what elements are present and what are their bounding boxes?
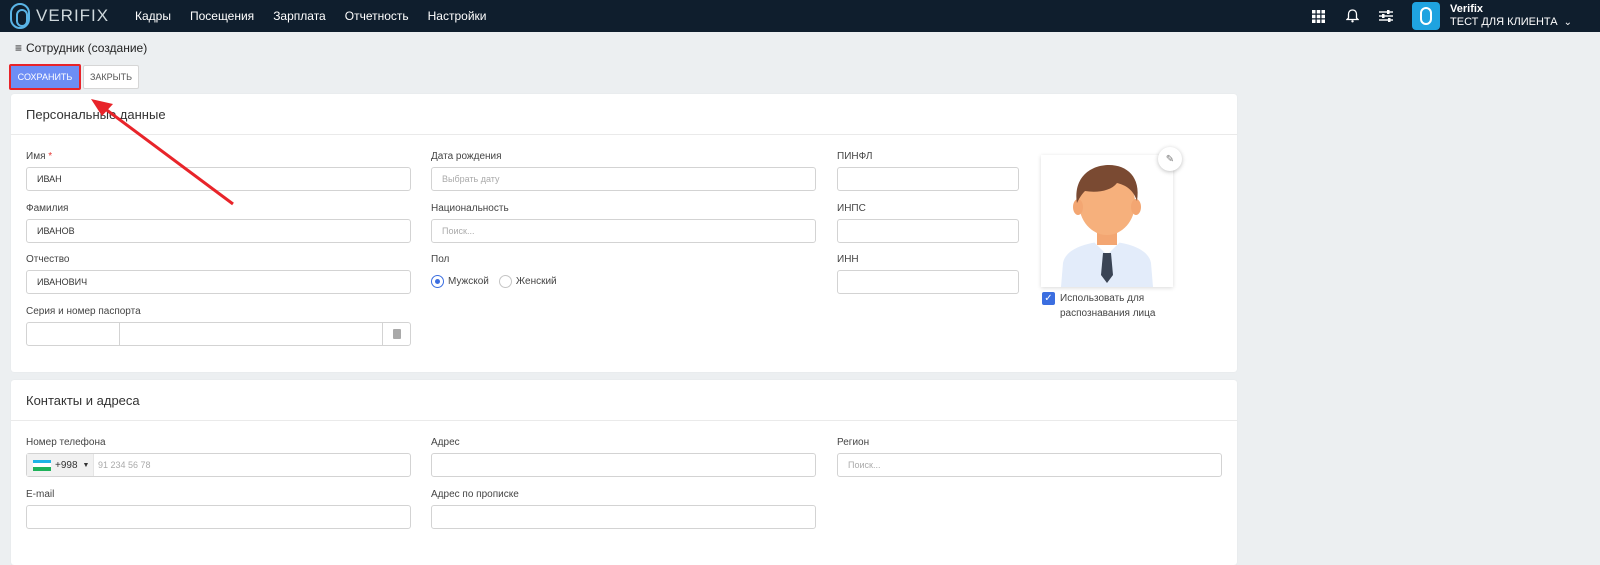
pencil-icon: ✎ (1165, 153, 1175, 165)
gender-radio-group: Мужской Женский (431, 270, 816, 292)
region-label: Регион (837, 437, 870, 448)
region-field: Регион Поиск... (837, 437, 1222, 477)
reg-address-label: Адрес по прописке (431, 489, 519, 500)
user-org-row: ТЕСТ ДЛЯ КЛИЕНТА ⌄ (1450, 16, 1572, 29)
gender-female-radio[interactable] (498, 274, 512, 288)
address-input[interactable] (431, 453, 816, 477)
country-code-text: +998 (55, 459, 78, 471)
gender-label: Пол (431, 254, 450, 265)
user-avatar[interactable] (1412, 2, 1441, 30)
nationality-input[interactable]: Поиск... (431, 219, 816, 243)
user-org: ТЕСТ ДЛЯ КЛИЕНТА (1450, 16, 1558, 28)
email-field: E-mail (26, 489, 411, 529)
sliders-icon[interactable] (1376, 6, 1396, 26)
face-recognition-label: Использовать для распознавания лица (1060, 293, 1156, 319)
middle-name-field: Отчество ИВАНОВИЧ (26, 254, 411, 294)
address-field: Адрес (431, 437, 816, 477)
employee-photo[interactable] (1041, 155, 1173, 287)
pinfl-input[interactable] (837, 167, 1019, 191)
nav-item-attendance[interactable]: Посещения (190, 9, 254, 23)
nav-item-staff[interactable]: Кадры (135, 9, 171, 23)
nationality-field: Национальность Поиск... (431, 203, 816, 243)
middle-name-label: Отчество (26, 254, 70, 265)
passport-number-input[interactable] (120, 323, 383, 345)
passport-label: Серия и номер паспорта (26, 306, 141, 317)
gender-male-label[interactable]: Мужской (448, 276, 489, 287)
gender-male-radio[interactable] (431, 274, 444, 288)
inps-label: ИНПС (837, 203, 866, 214)
chevron-down-icon: ⌄ (1563, 17, 1572, 28)
contacts-card: Контакты и адреса Номер телефона +998 ▼ … (11, 380, 1237, 565)
birth-date-field: Дата рождения Выбрать дату (431, 151, 816, 191)
avatar-placeholder-icon (1041, 155, 1173, 287)
last-name-label: Фамилия (26, 203, 69, 214)
first-name-field: Имя * ИВАН (26, 151, 411, 191)
pinfl-label: ПИНФЛ (837, 151, 873, 162)
nationality-label: Национальность (431, 203, 509, 214)
phone-input[interactable]: 91 234 56 78 (94, 454, 410, 476)
hamburger-menu-icon[interactable]: ≡ (15, 41, 22, 55)
address-label: Адрес (431, 437, 460, 448)
top-navbar: VERIFIX Кадры Посещения Зарплата Отчетно… (0, 0, 1600, 32)
passport-scan-button[interactable] (383, 323, 410, 345)
reg-address-input[interactable] (431, 505, 816, 529)
page-title: ≡ Сотрудник (создание) (15, 41, 147, 55)
first-name-input[interactable]: ИВАН (26, 167, 411, 191)
edit-photo-button[interactable]: ✎ (1158, 147, 1182, 171)
checkmark-icon[interactable]: ✓ (1042, 292, 1055, 305)
nav-item-salary[interactable]: Зарплата (273, 9, 326, 23)
inn-label: ИНН (837, 254, 859, 265)
contacts-heading: Контакты и адреса (11, 380, 1237, 421)
pinfl-field: ПИНФЛ (837, 151, 1019, 191)
logo-text: VERIFIX (36, 6, 110, 25)
inps-field: ИНПС (837, 203, 1019, 243)
caret-down-icon: ▼ (82, 461, 90, 469)
required-mark: * (48, 151, 53, 162)
passport-series-input[interactable] (27, 323, 120, 345)
passport-field: Серия и номер паспорта (26, 306, 411, 346)
email-input[interactable] (26, 505, 411, 529)
phone-input-group: +998 ▼ 91 234 56 78 (26, 453, 411, 477)
grid-icon[interactable] (1308, 6, 1328, 26)
country-code-select[interactable]: +998 ▼ (27, 454, 94, 476)
phone-field: Номер телефона +998 ▼ 91 234 56 78 (26, 437, 411, 477)
bell-icon[interactable] (1342, 6, 1362, 26)
user-menu[interactable]: Verifix ТЕСТ ДЛЯ КЛИЕНТА ⌄ (1450, 3, 1572, 29)
app-logo[interactable]: VERIFIX (10, 3, 122, 29)
fingerprint-icon (1420, 7, 1433, 25)
region-input[interactable]: Поиск... (837, 453, 1222, 477)
last-name-field: Фамилия ИВАНОВ (26, 203, 411, 243)
personal-data-heading: Персональные данные (11, 94, 1237, 135)
page-title-text: Сотрудник (создание) (26, 41, 148, 55)
top-right-area: Verifix ТЕСТ ДЛЯ КЛИЕНТА ⌄ (1308, 0, 1600, 32)
uzbekistan-flag-icon (33, 459, 51, 471)
personal-data-card: Персональные данные Имя * ИВАН Фамилия И… (11, 94, 1237, 372)
inn-input[interactable] (837, 270, 1019, 294)
close-button[interactable]: ЗАКРЫТЬ (83, 65, 139, 89)
nav-item-reports[interactable]: Отчетность (345, 9, 409, 23)
passport-input-group (26, 322, 411, 346)
reg-address-field: Адрес по прописке (431, 489, 816, 529)
gender-field: Пол Мужской Женский (431, 254, 816, 292)
middle-name-input[interactable]: ИВАНОВИЧ (26, 270, 411, 294)
phone-label: Номер телефона (26, 437, 106, 448)
inn-field: ИНН (837, 254, 1019, 294)
user-name: Verifix (1450, 3, 1484, 15)
main-nav: Кадры Посещения Зарплата Отчетность Наст… (135, 9, 505, 23)
save-button[interactable]: СОХРАНИТЬ (9, 64, 81, 90)
birth-date-input[interactable]: Выбрать дату (431, 167, 816, 191)
email-label: E-mail (26, 489, 55, 500)
first-name-label: Имя * (26, 151, 53, 162)
document-icon (392, 329, 401, 339)
fingerprint-logo-icon (10, 3, 30, 29)
gender-female-label[interactable]: Женский (516, 276, 557, 287)
birth-date-label: Дата рождения (431, 151, 502, 162)
inps-input[interactable] (837, 219, 1019, 243)
face-recognition-checkbox[interactable]: ✓ Использовать для распознавания лица (1042, 291, 1155, 321)
nav-item-settings[interactable]: Настройки (428, 9, 487, 23)
last-name-input[interactable]: ИВАНОВ (26, 219, 411, 243)
